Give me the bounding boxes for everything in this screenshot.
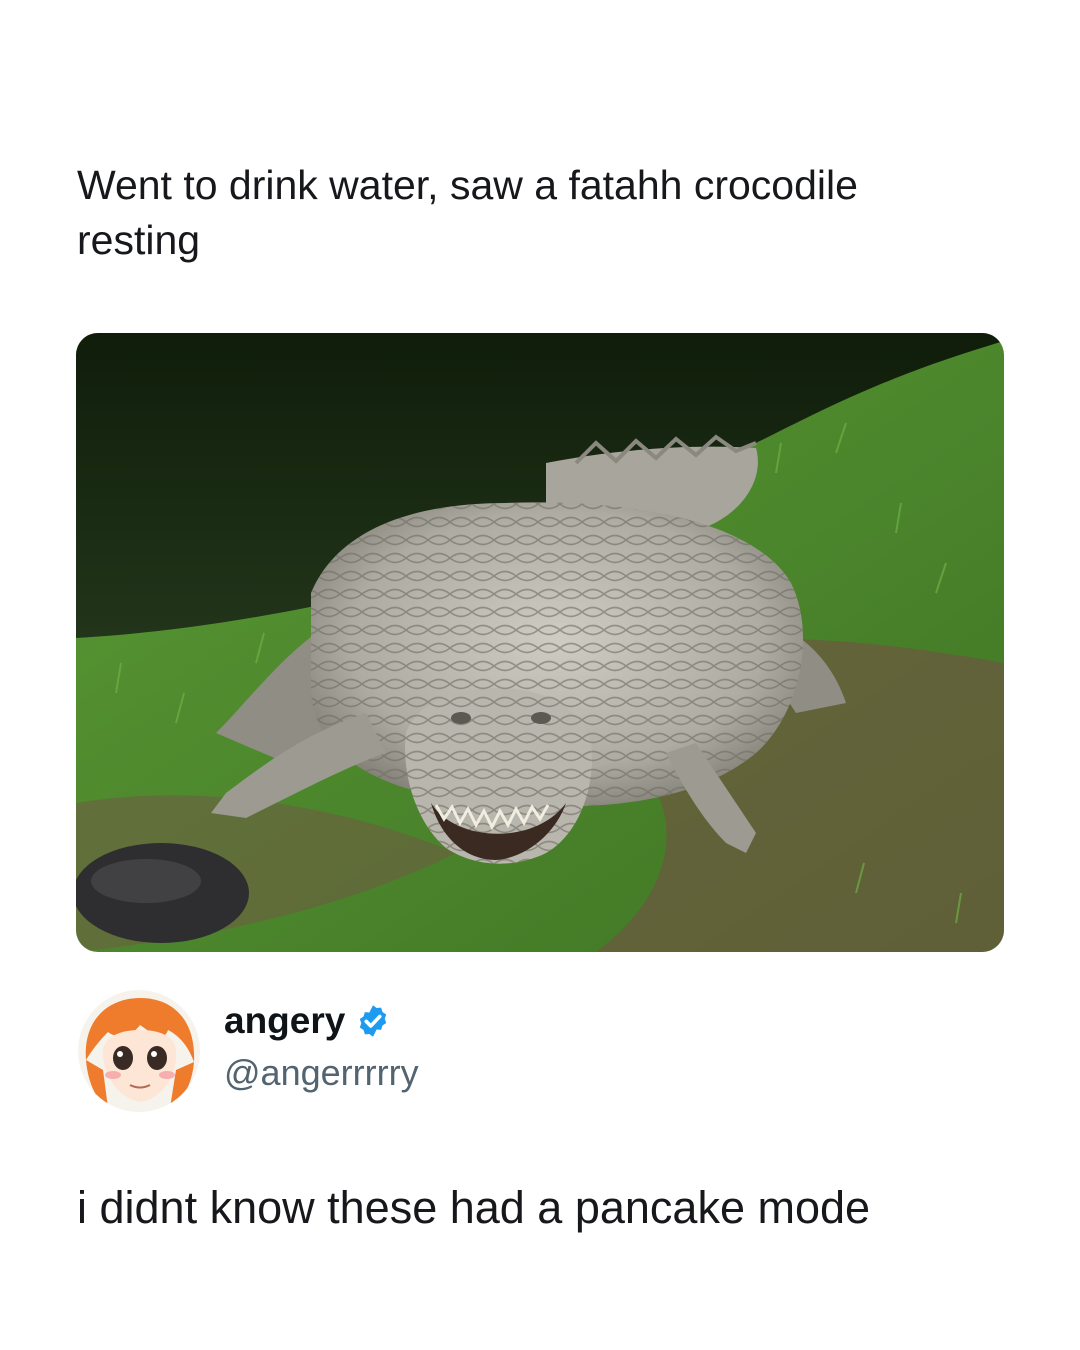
author-row[interactable]: angery @angerrrrry	[78, 985, 778, 1115]
verified-badge-icon	[360, 1005, 387, 1037]
author-handle[interactable]: @angerrrrry	[224, 1052, 419, 1094]
author-name-row: angery	[224, 1000, 391, 1042]
reply-text: i didnt know these had a pancake mode	[77, 1182, 871, 1233]
crocodile-photo	[76, 333, 1004, 952]
author-display-name[interactable]: angery	[224, 1000, 345, 1042]
post-image[interactable]	[76, 333, 1004, 952]
post-caption: Went to drink water, saw a fatahh crocod…	[77, 162, 858, 263]
anime-girl-avatar-icon[interactable]	[78, 990, 200, 1112]
